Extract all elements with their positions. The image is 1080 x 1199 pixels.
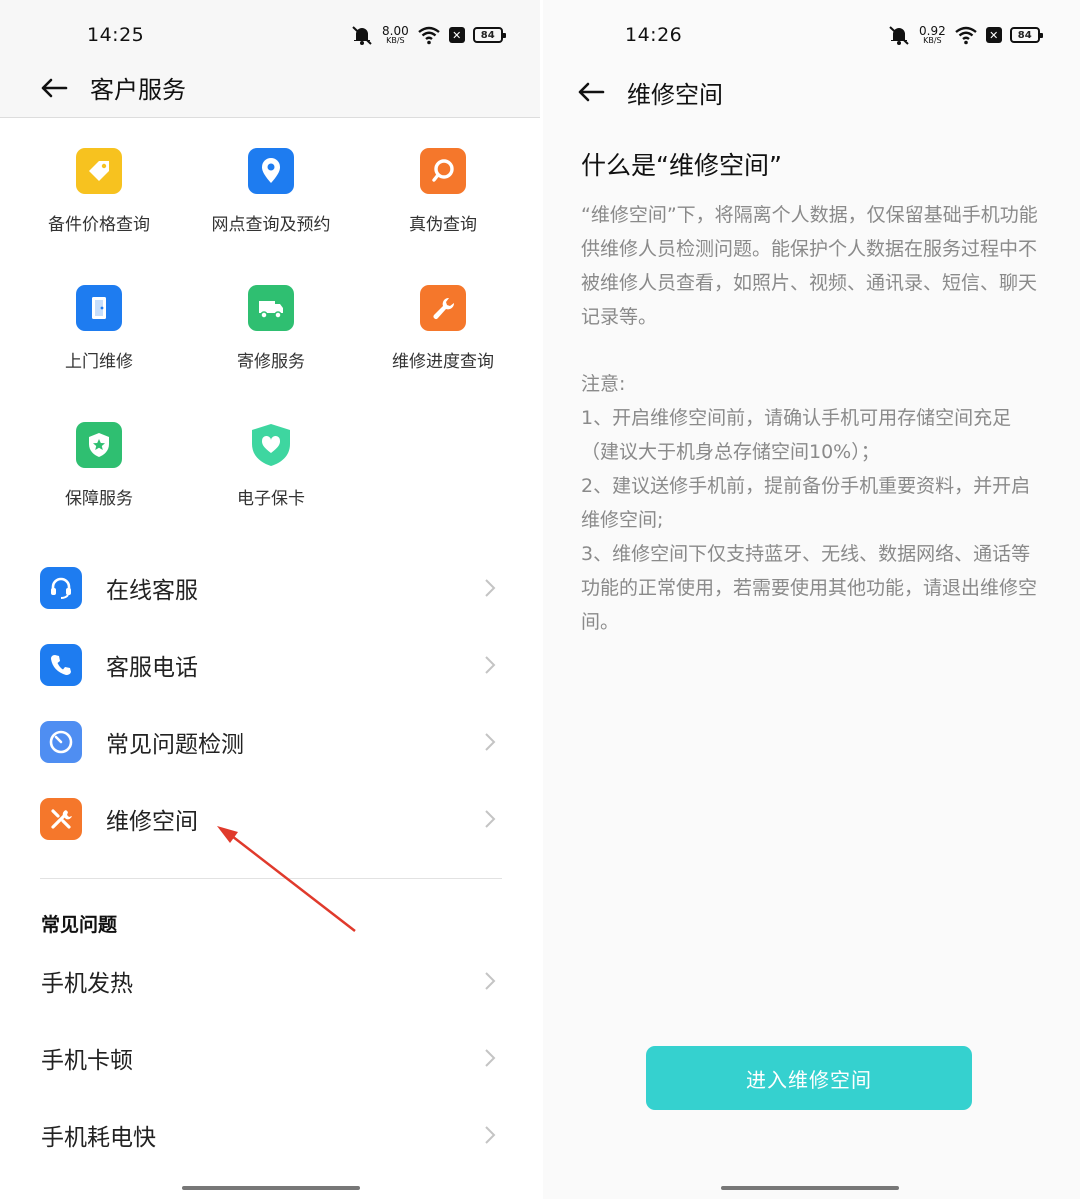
wifi-icon	[954, 26, 977, 45]
page-title: 客户服务	[90, 76, 186, 104]
magnifier-icon	[420, 148, 466, 194]
section-heading: 什么是“维修空间”	[581, 151, 782, 180]
page-title: 维修空间	[627, 80, 723, 109]
faq-item[interactable]: 手机卡顿	[41, 1028, 500, 1088]
back-arrow-icon	[41, 78, 68, 97]
phone-icon	[40, 644, 82, 686]
faq-item[interactable]: 手机发热	[41, 951, 500, 1011]
chevron-right-icon	[485, 579, 496, 597]
home-indicator[interactable]	[721, 1186, 899, 1190]
location-pin-icon	[248, 148, 294, 194]
bell-muted-icon	[889, 26, 909, 45]
status-time: 14:26	[625, 24, 683, 46]
list-item-repair-space[interactable]: 维修空间	[40, 789, 500, 849]
shield-star-icon	[76, 422, 122, 468]
grid-item-onsite-repair[interactable]: 上门维修	[14, 285, 184, 405]
back-button[interactable]	[571, 72, 611, 112]
grid-item-price[interactable]: 备件价格查询	[14, 148, 184, 268]
truck-icon	[248, 285, 294, 331]
note-item: 3、维修空间下仅支持蓝牙、无线、数据网络、通话等功能的正常使用，若需要使用其他功…	[581, 543, 1038, 633]
sim-x-icon: ✕	[985, 27, 1002, 43]
status-icons: 0.92 KB/S ✕ 84	[887, 22, 1043, 48]
grid-item-mail-repair[interactable]: 寄修服务	[186, 285, 356, 405]
chevron-right-icon	[485, 1049, 496, 1067]
header: 客户服务	[0, 58, 540, 118]
sim-x-icon: ✕	[448, 27, 465, 43]
list-item-problem-check[interactable]: 常见问题检测	[40, 712, 500, 772]
headset-icon	[40, 567, 82, 609]
header: 维修空间	[543, 62, 1080, 122]
grid-item-outlet[interactable]: 网点查询及预约	[186, 148, 356, 268]
chevron-right-icon	[485, 656, 496, 674]
chevron-right-icon	[485, 810, 496, 828]
chevron-right-icon	[485, 972, 496, 990]
gauge-icon	[40, 721, 82, 763]
status-time: 14:25	[87, 24, 145, 46]
heart-shield-icon	[248, 422, 294, 468]
intro-text: “维修空间”下，将隔离个人数据，仅保留基础手机功能供维修人员检测问题。能保护个人…	[581, 204, 1038, 328]
status-bar: 14:26 0.92 KB/S ✕ 84	[543, 0, 1080, 60]
grid-item-repair-progress[interactable]: 维修进度查询	[358, 285, 528, 405]
back-button[interactable]	[34, 68, 74, 108]
price-tag-icon	[76, 148, 122, 194]
status-bar: 14:25 8.00 KB/S ✕ 84	[0, 0, 540, 60]
battery-icon: 84	[1009, 27, 1043, 43]
door-icon	[76, 285, 122, 331]
battery-icon: 84	[472, 27, 506, 43]
grid-item-e-warranty[interactable]: 电子保卡	[186, 422, 356, 542]
notes-title: 注意:	[581, 373, 626, 395]
list-item-hotline[interactable]: 客服电话	[40, 635, 500, 695]
chevron-right-icon	[485, 733, 496, 751]
note-item: 2、建议送修手机前，提前备份手机重要资料，并开启维修空间;	[581, 475, 1031, 531]
grid-item-protection[interactable]: 保障服务	[14, 422, 184, 542]
tools-icon	[40, 798, 82, 840]
wifi-icon	[417, 26, 440, 45]
divider	[40, 878, 502, 879]
status-icons: 8.00 KB/S ✕ 84	[350, 22, 506, 48]
enter-repair-space-button[interactable]: 进入维修空间	[646, 1046, 972, 1110]
list-item-online-service[interactable]: 在线客服	[40, 558, 500, 618]
bell-muted-icon	[352, 26, 372, 45]
network-speed: 0.92 KB/S	[919, 24, 946, 45]
repair-space-screen: 14:26 0.92 KB/S ✕ 84 维修空间 什么是“维修空间” “维修空…	[543, 0, 1080, 1199]
back-arrow-icon	[578, 82, 605, 102]
repair-space-description: 什么是“维修空间” “维修空间”下，将隔离个人数据，仅保留基础手机功能供维修人员…	[581, 146, 1044, 639]
home-indicator[interactable]	[182, 1186, 360, 1190]
note-item: 1、开启维修空间前，请确认手机可用存储空间充足（建议大于机身总存储空间10%）；	[581, 407, 1012, 463]
faq-item[interactable]: 手机耗电快	[41, 1105, 500, 1165]
customer-service-screen: 14:25 8.00 KB/S ✕ 84 客户服务 备件价格查询 网点查询及预约…	[0, 0, 540, 1199]
grid-item-authenticity[interactable]: 真伪查询	[358, 148, 528, 268]
chevron-right-icon	[485, 1126, 496, 1144]
network-speed: 8.00 KB/S	[382, 24, 409, 45]
wrench-icon	[420, 285, 466, 331]
faq-section-title: 常见问题	[41, 914, 118, 936]
